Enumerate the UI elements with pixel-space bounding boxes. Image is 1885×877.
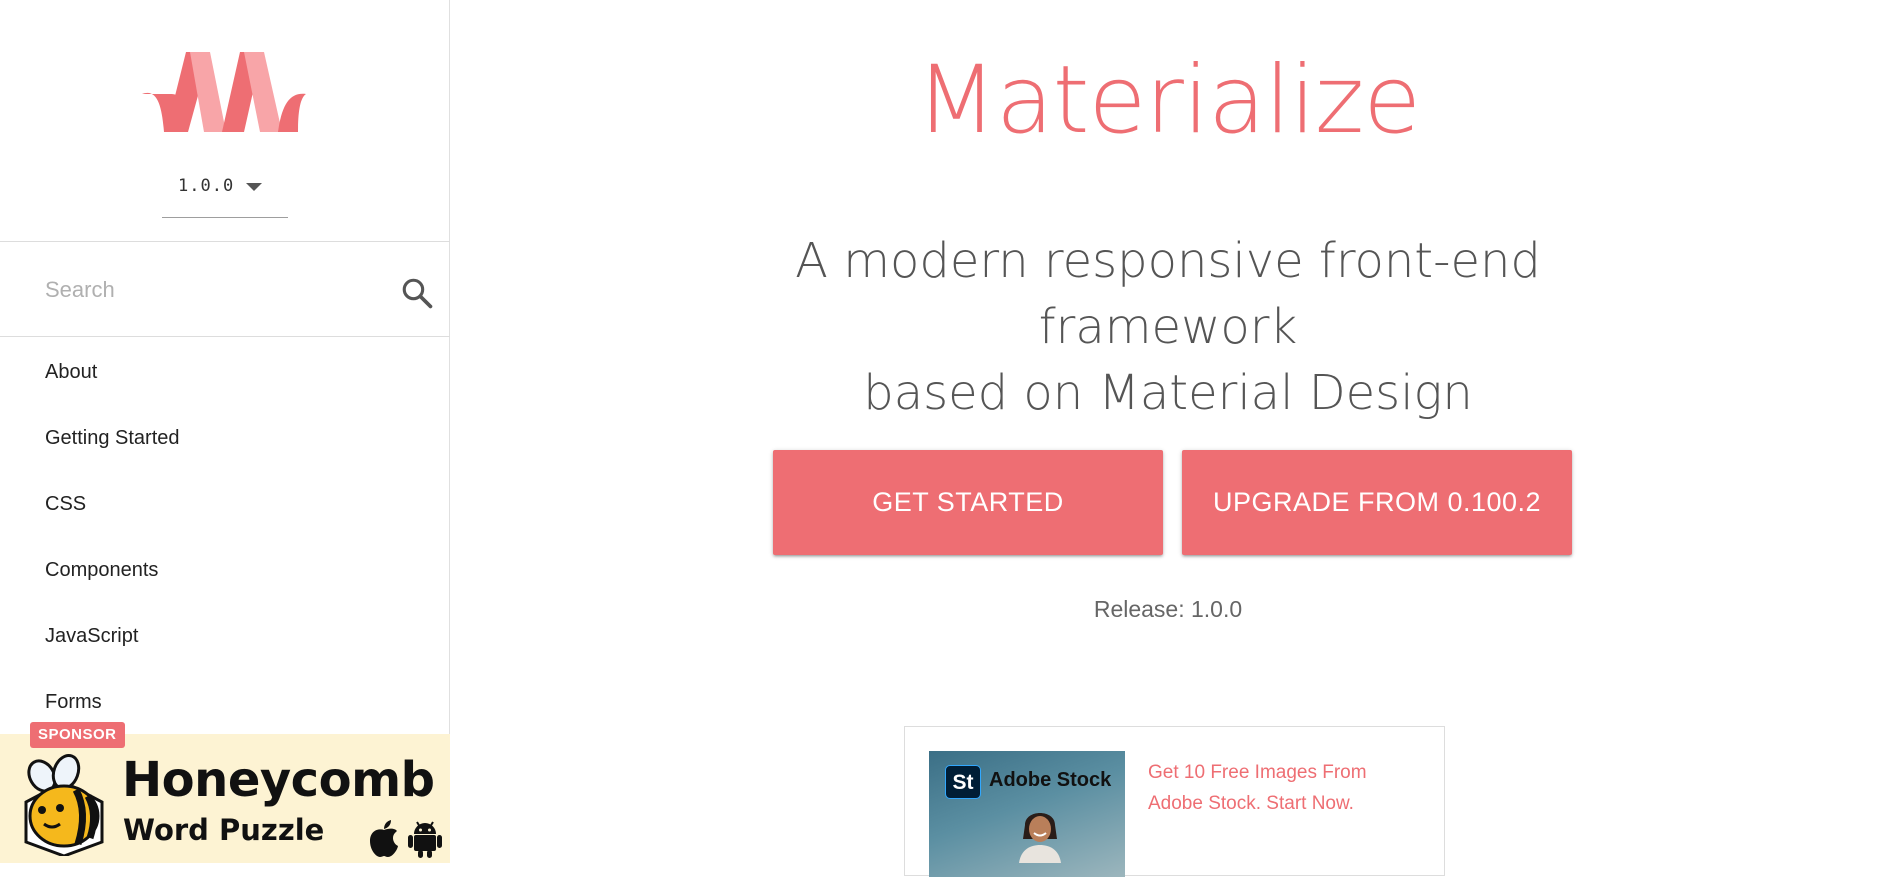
ad-card[interactable]: St Adobe Stock Get 10 Free Images From A… (904, 726, 1445, 877)
tagline-line-2: based on Material Design (863, 365, 1473, 421)
sidebar-item-about[interactable]: About (0, 339, 450, 405)
sponsor-badge: SPONSOR (30, 722, 125, 748)
version-select[interactable]: 1.0.0 (162, 170, 288, 218)
logo-container: 1.0.0 (0, 0, 450, 242)
sidebar-nav: About Getting Started CSS Components Jav… (0, 339, 450, 735)
release-version: Release: 1.0.0 (1093, 596, 1243, 622)
ad-image[interactable]: St Adobe Stock (929, 751, 1125, 877)
tagline-line-1: A modern responsive front-end framework (795, 233, 1541, 355)
sidebar-item-javascript[interactable]: JavaScript (0, 603, 450, 669)
get-started-button[interactable]: GET STARTED (773, 450, 1163, 555)
search-input[interactable] (45, 267, 385, 313)
sidebar-item-getting-started[interactable]: Getting Started (0, 405, 450, 471)
caret-down-icon (246, 183, 262, 191)
person-photo-icon (1019, 813, 1061, 863)
upgrade-button[interactable]: UPGRADE FROM 0.100.2 (1182, 450, 1572, 555)
sponsor-subtitle: Word Puzzle (123, 813, 325, 847)
sidebar-item-css[interactable]: CSS (0, 471, 450, 537)
page-title: Materialize (915, 46, 1421, 155)
android-icon[interactable] (408, 820, 442, 858)
version-value: 1.0.0 (178, 176, 235, 196)
sponsor-title: Honeycomb (122, 752, 435, 808)
adobe-stock-logo-icon: St (945, 765, 981, 799)
search-bar (0, 243, 450, 337)
main-content: Materialize A modern responsive front-en… (451, 0, 1885, 877)
ad-image-brand: Adobe Stock (989, 769, 1112, 791)
search-icon[interactable] (400, 276, 434, 310)
apple-icon[interactable] (368, 820, 400, 858)
bee-icon (24, 754, 104, 856)
ad-link[interactable]: Get 10 Free Images From Adobe Stock. Sta… (1148, 757, 1418, 819)
tagline: A modern responsive front-end framework … (681, 228, 1655, 426)
sidebar-item-components[interactable]: Components (0, 537, 450, 603)
materialize-logo[interactable] (140, 48, 308, 136)
